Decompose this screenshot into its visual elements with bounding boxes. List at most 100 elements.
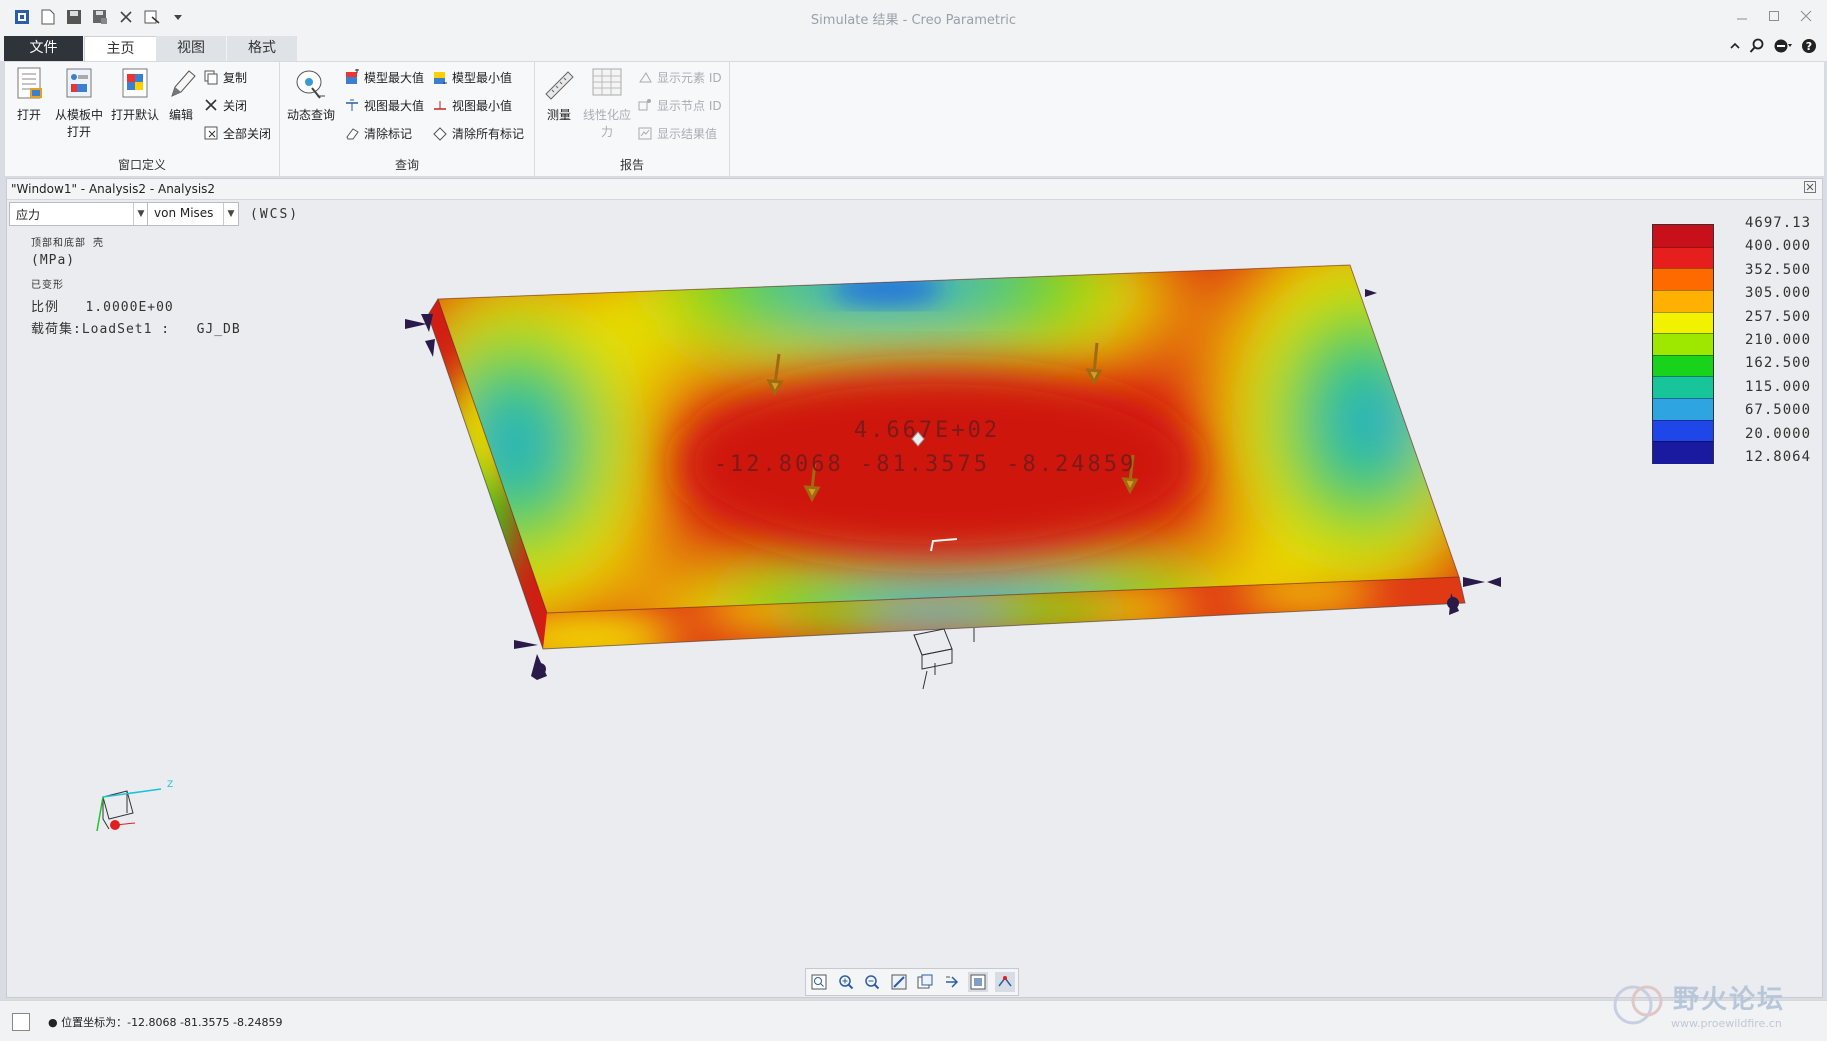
model-max-label: 模型最大值 — [364, 70, 425, 85]
dynamic-query-icon — [294, 66, 328, 102]
legend-value: 257.500 — [1745, 308, 1812, 325]
edit-button[interactable]: 编辑 — [161, 66, 201, 123]
model-min-button[interactable]: 模型最小值 — [432, 68, 512, 86]
legend-value: 12.8064 — [1745, 449, 1812, 465]
view-triad[interactable]: Z — [96, 780, 173, 832]
clear-all-marks-button[interactable]: 清除所有标记 — [432, 124, 524, 142]
close-x-icon — [205, 99, 217, 111]
watermark: 野火论坛 www.proewildfire.cn — [1609, 975, 1809, 1035]
group-query: 动态查询 模型最大值 视图最大值 清除标记 模型最小值 视图最小值 清除所有标记… — [280, 62, 535, 176]
close-icon[interactable] — [1797, 7, 1815, 25]
fem-model-view[interactable]: 4.667E+02 -12.8068 -81.3575 -8.24859 Z — [7, 179, 1822, 997]
legend-band — [1653, 354, 1713, 378]
legend-band — [1653, 311, 1713, 335]
legend-band — [1653, 376, 1713, 400]
view-max-button[interactable]: 视图最大值 — [344, 96, 424, 114]
open-default-icon — [118, 66, 152, 102]
edit-label: 编辑 — [168, 108, 193, 122]
display-style-icon[interactable] — [968, 972, 989, 992]
svg-text:?: ? — [1806, 40, 1812, 53]
model-max-button[interactable]: 模型最大值 — [344, 68, 424, 86]
legend-band — [1653, 419, 1713, 443]
group-window-definition: 打开 从模板中 打开 打开默认 编辑 复制 关闭 全部关闭 窗口定义 — [5, 62, 280, 176]
watermark-url: www.proewildfire.cn — [1671, 1017, 1782, 1030]
open-template-label-1: 从模板中 — [54, 108, 103, 122]
legend-value: 20.0000 — [1745, 425, 1812, 442]
open-default-button[interactable]: 打开默认 — [107, 66, 163, 123]
view-max-icon — [346, 99, 358, 111]
copy-button[interactable]: 复制 — [203, 68, 247, 86]
eraser-icon — [346, 128, 359, 140]
dynamic-query-label: 动态查询 — [286, 108, 335, 122]
window-title: Simulate 结果 - Creo Parametric — [810, 13, 1017, 28]
deform-toggle-icon[interactable] — [994, 972, 1015, 992]
template-icon — [62, 66, 96, 102]
result-window[interactable]: "Window1" - Analysis2 - Analysis2 应力 ▼ v… — [6, 178, 1823, 998]
view-toolbar — [805, 968, 1019, 996]
group-label-report: 报告 — [619, 158, 644, 172]
tab-format[interactable]: 格式 — [227, 36, 297, 61]
legend-band — [1653, 441, 1713, 464]
tab-home[interactable]: 主页 — [84, 36, 157, 62]
refit-icon[interactable] — [809, 972, 829, 992]
group-report: 测量 线性化应 力 显示元素 ID 显示节点 ID 显示结果值 报告 — [535, 62, 730, 176]
open-button[interactable]: 打开 — [9, 66, 49, 123]
window-controls — [1733, 7, 1815, 25]
close-button[interactable]: 关闭 — [203, 96, 247, 114]
ribbon: 打开 从模板中 打开 打开默认 编辑 复制 关闭 全部关闭 窗口定义 动态查询 … — [4, 61, 1825, 177]
legend-band — [1653, 268, 1713, 291]
zoom-out-icon[interactable] — [862, 972, 882, 992]
show-element-id-button[interactable]: 显示元素 ID — [637, 68, 722, 86]
creo-app: Simulate 结果 - Creo Parametric 文件 主页 视图 格… — [0, 0, 1827, 1041]
linearize-label-1: 线性化应 — [582, 108, 631, 122]
search-icon[interactable] — [1749, 38, 1765, 57]
legend-value: 4697.13 — [1745, 215, 1812, 231]
legend-value: 400.000 — [1745, 238, 1812, 255]
zoom-in-icon[interactable] — [836, 972, 856, 992]
open-from-template-button[interactable]: 从模板中 打开 — [49, 66, 109, 140]
close-all-label: 全部关闭 — [223, 126, 272, 141]
saved-views-icon[interactable] — [915, 972, 935, 992]
close-all-button[interactable]: 全部关闭 — [203, 124, 271, 142]
show-result-value-label: 显示结果值 — [657, 126, 718, 141]
pencil-icon — [164, 66, 198, 102]
minimize-icon[interactable] — [1733, 7, 1751, 25]
title-bar: Simulate 结果 - Creo Parametric — [0, 0, 1827, 35]
ruler-icon — [542, 66, 576, 102]
tab-view[interactable]: 视图 — [156, 36, 226, 61]
repaint-icon[interactable] — [889, 972, 909, 992]
orient-icon[interactable] — [942, 972, 962, 992]
legend-value: 352.500 — [1745, 261, 1812, 278]
open-template-label-2: 打开 — [66, 125, 91, 139]
measure-button[interactable]: 测量 — [541, 66, 577, 123]
open-results-icon — [12, 66, 46, 102]
message-log-toggle[interactable] — [12, 1013, 30, 1031]
status-bar: ● 位置坐标为：-12.8068 -81.3575 -8.24859 — [0, 1000, 1827, 1041]
eraser-all-icon — [433, 127, 447, 141]
tab-file[interactable]: 文件 — [4, 36, 83, 61]
linearize-stress-button[interactable]: 线性化应 力 — [579, 66, 635, 140]
show-result-value-button[interactable]: 显示结果值 — [637, 124, 717, 142]
legend-value: 162.500 — [1745, 355, 1812, 372]
legend-band — [1653, 246, 1713, 270]
group-label-window-definition: 窗口定义 — [117, 158, 166, 172]
collapse-ribbon-icon[interactable] — [1729, 40, 1741, 55]
clear-marks-label: 清除标记 — [364, 126, 413, 141]
community-icon[interactable] — [1773, 38, 1793, 57]
clear-marks-button[interactable]: 清除标记 — [344, 124, 412, 142]
maximize-icon[interactable] — [1765, 7, 1783, 25]
show-node-id-label: 显示节点 ID — [657, 98, 722, 113]
element-id-icon — [639, 72, 652, 83]
dynamic-query-button[interactable]: 动态查询 — [284, 66, 338, 123]
help-icon[interactable]: ? — [1801, 38, 1817, 57]
view-min-icon — [434, 101, 446, 110]
legend-value: 305.000 — [1745, 285, 1812, 302]
view-min-button[interactable]: 视图最小值 — [432, 96, 512, 114]
show-node-id-button[interactable]: 显示节点 ID — [637, 96, 722, 114]
legend-band — [1653, 289, 1713, 313]
probe-coords-label: -12.8068 -81.3575 -8.24859 — [714, 452, 1136, 477]
legend-value: 67.5000 — [1745, 402, 1812, 419]
node-id-icon — [638, 99, 651, 111]
svg-text:Z: Z — [167, 780, 173, 790]
legend-value: 210.000 — [1745, 332, 1812, 348]
